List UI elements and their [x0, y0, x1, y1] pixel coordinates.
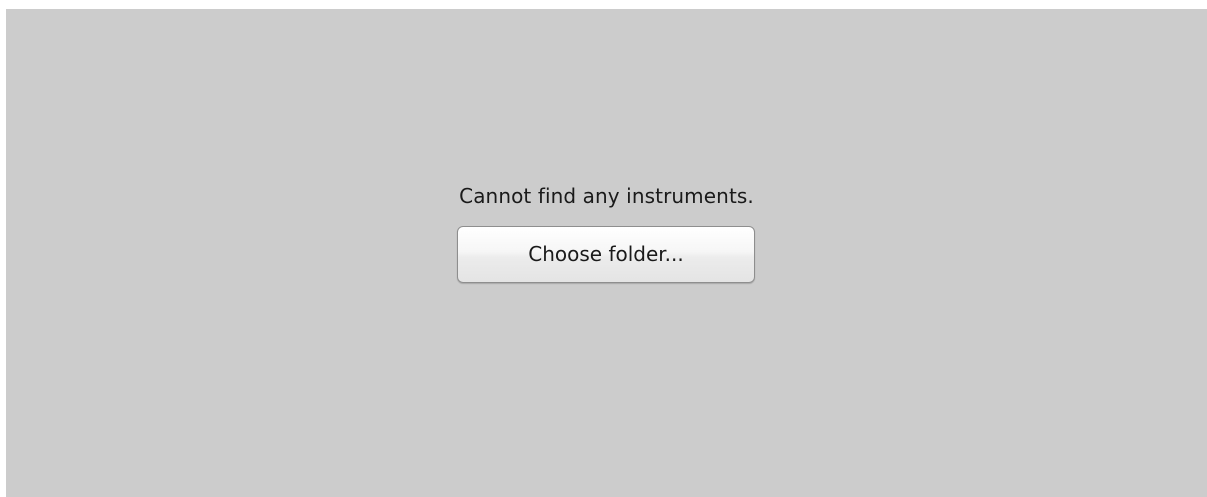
empty-state-message: Cannot find any instruments.	[459, 184, 754, 208]
choose-folder-button[interactable]: Choose folder...	[457, 226, 755, 283]
instrument-panel: Cannot find any instruments. Choose fold…	[6, 9, 1207, 497]
